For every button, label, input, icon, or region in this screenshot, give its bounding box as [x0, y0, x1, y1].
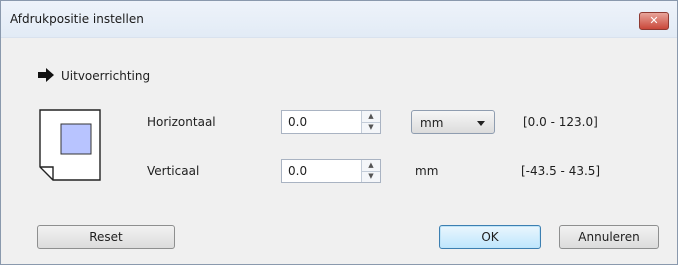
- page-preview-icon: [39, 109, 101, 181]
- title-bar[interactable]: Afdrukpositie instellen ✕: [1, 1, 677, 38]
- spin-down-icon[interactable]: ▼: [362, 171, 380, 182]
- chevron-down-icon: [477, 121, 485, 126]
- vertical-unit: mm: [415, 164, 439, 178]
- vertical-spin-buttons: ▲ ▼: [361, 160, 380, 182]
- vertical-value[interactable]: 0.0: [288, 164, 307, 178]
- vertical-label: Verticaal: [147, 164, 200, 178]
- horizontal-value[interactable]: 0.0: [288, 115, 307, 129]
- unit-dropdown-value: mm: [420, 116, 444, 130]
- ok-button[interactable]: OK: [439, 225, 541, 249]
- reset-button[interactable]: Reset: [37, 225, 175, 249]
- close-icon: ✕: [649, 14, 659, 27]
- vertical-spinner[interactable]: 0.0 ▲ ▼: [281, 159, 381, 183]
- unit-dropdown[interactable]: mm: [411, 110, 495, 134]
- section-label: Uitvoerrichting: [61, 69, 151, 83]
- arrow-right-icon: [38, 68, 54, 82]
- horizontal-range: [0.0 - 123.0]: [523, 115, 598, 129]
- horizontal-spin-buttons: ▲ ▼: [361, 111, 380, 133]
- vertical-range: [-43.5 - 43.5]: [521, 164, 601, 178]
- cancel-button[interactable]: Annuleren: [559, 225, 659, 249]
- spin-down-icon[interactable]: ▼: [362, 122, 380, 133]
- dialog-title: Afdrukpositie instellen: [10, 12, 144, 26]
- close-button[interactable]: ✕: [639, 12, 669, 30]
- dialog-window: Afdrukpositie instellen ✕ Uitvoerrichtin…: [0, 0, 678, 265]
- horizontal-label: Horizontaal: [147, 115, 216, 129]
- horizontal-spinner[interactable]: 0.0 ▲ ▼: [281, 110, 381, 134]
